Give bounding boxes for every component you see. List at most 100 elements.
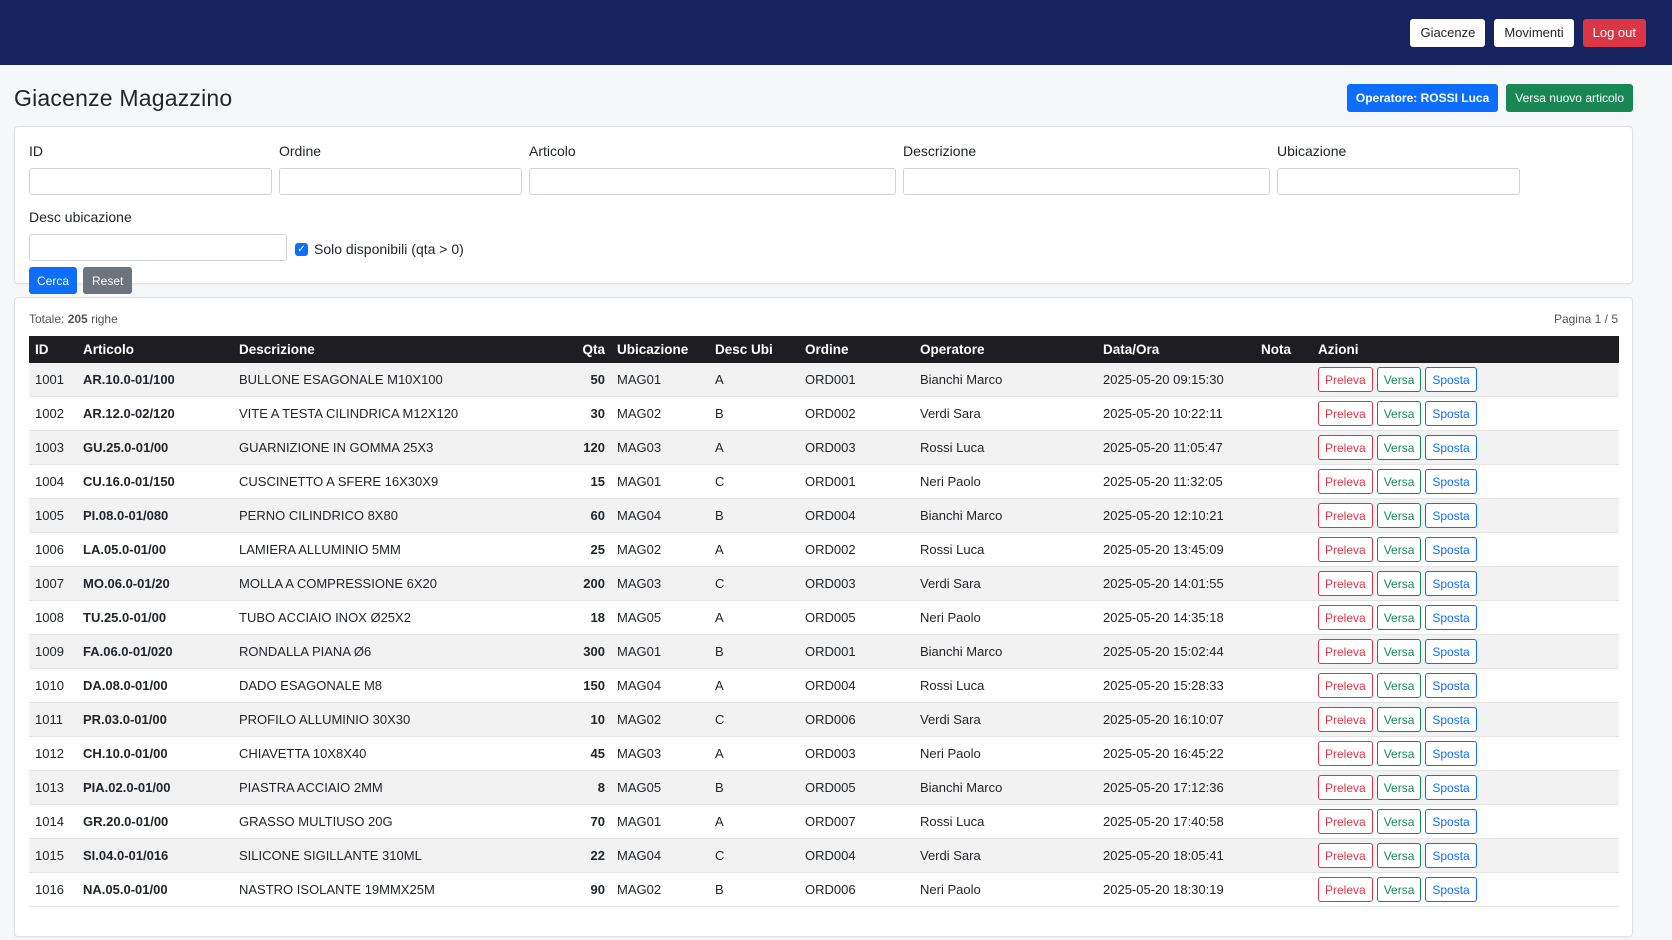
checkbox-checked-icon[interactable]: ✓ [295,242,308,256]
preleva-button[interactable]: Preleva [1318,639,1373,664]
preleva-button[interactable]: Preleva [1318,503,1373,528]
sposta-button[interactable]: Sposta [1425,639,1477,664]
versa-button[interactable]: Versa [1376,673,1422,698]
versa-button[interactable]: Versa [1376,639,1422,664]
column-header: Desc Ubi [709,336,799,363]
filter-id-input[interactable] [29,168,272,195]
sposta-button[interactable]: Sposta [1425,571,1477,596]
sposta-button[interactable]: Sposta [1425,707,1477,732]
nav-giacenze-button[interactable]: Giacenze [1410,18,1486,47]
preleva-button[interactable]: Preleva [1318,367,1373,392]
versa-button[interactable]: Versa [1376,741,1422,766]
sposta-button[interactable]: Sposta [1425,503,1477,528]
versa-button[interactable]: Versa [1376,367,1422,392]
cell-nota [1255,770,1312,805]
versa-button[interactable]: Versa [1376,537,1422,562]
preleva-button[interactable]: Preleva [1318,707,1373,732]
cell-actions: Preleva Versa Sposta [1312,872,1619,907]
versa-button[interactable]: Versa [1376,605,1422,630]
cell-articolo: GU.25.0-01/00 [77,430,233,465]
cell-operatore: Neri Paolo [914,464,1097,499]
sposta-button[interactable]: Sposta [1425,435,1477,460]
nav-movimenti-button[interactable]: Movimenti [1494,18,1574,47]
row-actions: Preleva Versa Sposta [1318,673,1613,698]
search-button[interactable]: Cerca [29,267,78,294]
cell-ordine: ORD006 [799,702,914,737]
cell-operatore: Verdi Sara [914,566,1097,601]
sposta-button[interactable]: Sposta [1425,367,1477,392]
cell-actions: Preleva Versa Sposta [1312,634,1619,669]
page-header: Giacenze Magazzino Operatore: ROSSI Luca… [0,65,1672,119]
cell-descrizione: GRASSO MULTIUSO 20G [233,804,553,839]
cell-ubicazione: MAG04 [611,838,709,873]
cell-nota [1255,363,1312,397]
sposta-button[interactable]: Sposta [1425,775,1477,800]
cell-data: 2025-05-20 17:40:58 [1097,804,1255,839]
cell-data: 2025-05-20 18:30:19 [1097,872,1255,907]
filter-articolo-group: Articolo [529,143,896,195]
preleva-button[interactable]: Preleva [1318,843,1373,868]
versa-button[interactable]: Versa [1376,401,1422,426]
filter-ubicazione-label: Ubicazione [1277,143,1347,159]
cell-qta: 18 [553,600,611,635]
cell-id: 1015 [29,838,77,873]
versa-button[interactable]: Versa [1376,843,1422,868]
preleva-button[interactable]: Preleva [1318,605,1373,630]
versa-button[interactable]: Versa [1376,775,1422,800]
preleva-button[interactable]: Preleva [1318,877,1373,902]
filter-ordine-input[interactable] [279,168,522,195]
table-header-row: ID Articolo Descrizione Qta Ubicazione Desc U… [29,336,1619,363]
new-item-button[interactable]: Versa nuovo articolo [1506,84,1633,112]
sposta-button[interactable]: Sposta [1425,469,1477,494]
column-header: Descrizione [233,336,553,363]
table-row: 1013 PIA.02.0-01/00 PIASTRA ACCIAIO 2MM 8 MA… [29,770,1619,805]
sposta-button[interactable]: Sposta [1425,877,1477,902]
cell-descrizione: NASTRO ISOLANTE 19MMX25M [233,872,553,907]
sposta-button[interactable]: Sposta [1425,673,1477,698]
cell-qta: 120 [553,430,611,465]
versa-button[interactable]: Versa [1376,469,1422,494]
sposta-button[interactable]: Sposta [1425,401,1477,426]
versa-button[interactable]: Versa [1376,877,1422,902]
filter-ubicazione-input[interactable] [1277,168,1520,195]
filter-articolo-input[interactable] [529,168,896,195]
preleva-button[interactable]: Preleva [1318,741,1373,766]
sposta-button[interactable]: Sposta [1425,537,1477,562]
sposta-button[interactable]: Sposta [1425,843,1477,868]
cell-ordine: ORD003 [799,430,914,465]
column-header: Ubicazione [611,336,709,363]
cell-ordine: ORD006 [799,872,914,907]
cell-ubicazione: MAG03 [611,566,709,601]
preleva-button[interactable]: Preleva [1318,775,1373,800]
sposta-button[interactable]: Sposta [1425,741,1477,766]
preleva-button[interactable]: Preleva [1318,537,1373,562]
versa-button[interactable]: Versa [1376,707,1422,732]
preleva-button[interactable]: Preleva [1318,673,1373,698]
filter-desc-ubi-input[interactable] [29,234,287,261]
cell-articolo: MO.06.0-01/20 [77,566,233,601]
cell-id: 1008 [29,600,77,635]
row-actions: Preleva Versa Sposta [1318,707,1613,732]
table-body: 1001 AR.10.0-01/100 BULLONE ESAGONALE M10X… [29,363,1619,907]
sposta-button[interactable]: Sposta [1425,605,1477,630]
versa-button[interactable]: Versa [1376,571,1422,596]
reset-button[interactable]: Reset [83,267,133,294]
row-actions: Preleva Versa Sposta [1318,401,1613,426]
cell-desc-ubi: A [709,600,799,635]
preleva-button[interactable]: Preleva [1318,809,1373,834]
only-available-toggle[interactable]: ✓ Solo disponibili (qta > 0) [295,241,464,257]
cell-operatore: Bianchi Marco [914,770,1097,805]
logout-button[interactable]: Log out [1582,18,1646,47]
versa-button[interactable]: Versa [1376,809,1422,834]
preleva-button[interactable]: Preleva [1318,469,1373,494]
column-header: ID [29,336,77,363]
preleva-button[interactable]: Preleva [1318,571,1373,596]
sposta-button[interactable]: Sposta [1425,809,1477,834]
preleva-button[interactable]: Preleva [1318,401,1373,426]
preleva-button[interactable]: Preleva [1318,435,1373,460]
cell-actions: Preleva Versa Sposta [1312,668,1619,703]
versa-button[interactable]: Versa [1376,435,1422,460]
filter-descrizione-input[interactable] [903,168,1270,195]
versa-button[interactable]: Versa [1376,503,1422,528]
table-row: 1016 NA.05.0-01/00 NASTRO ISOLANTE 19MMX25… [29,872,1619,907]
